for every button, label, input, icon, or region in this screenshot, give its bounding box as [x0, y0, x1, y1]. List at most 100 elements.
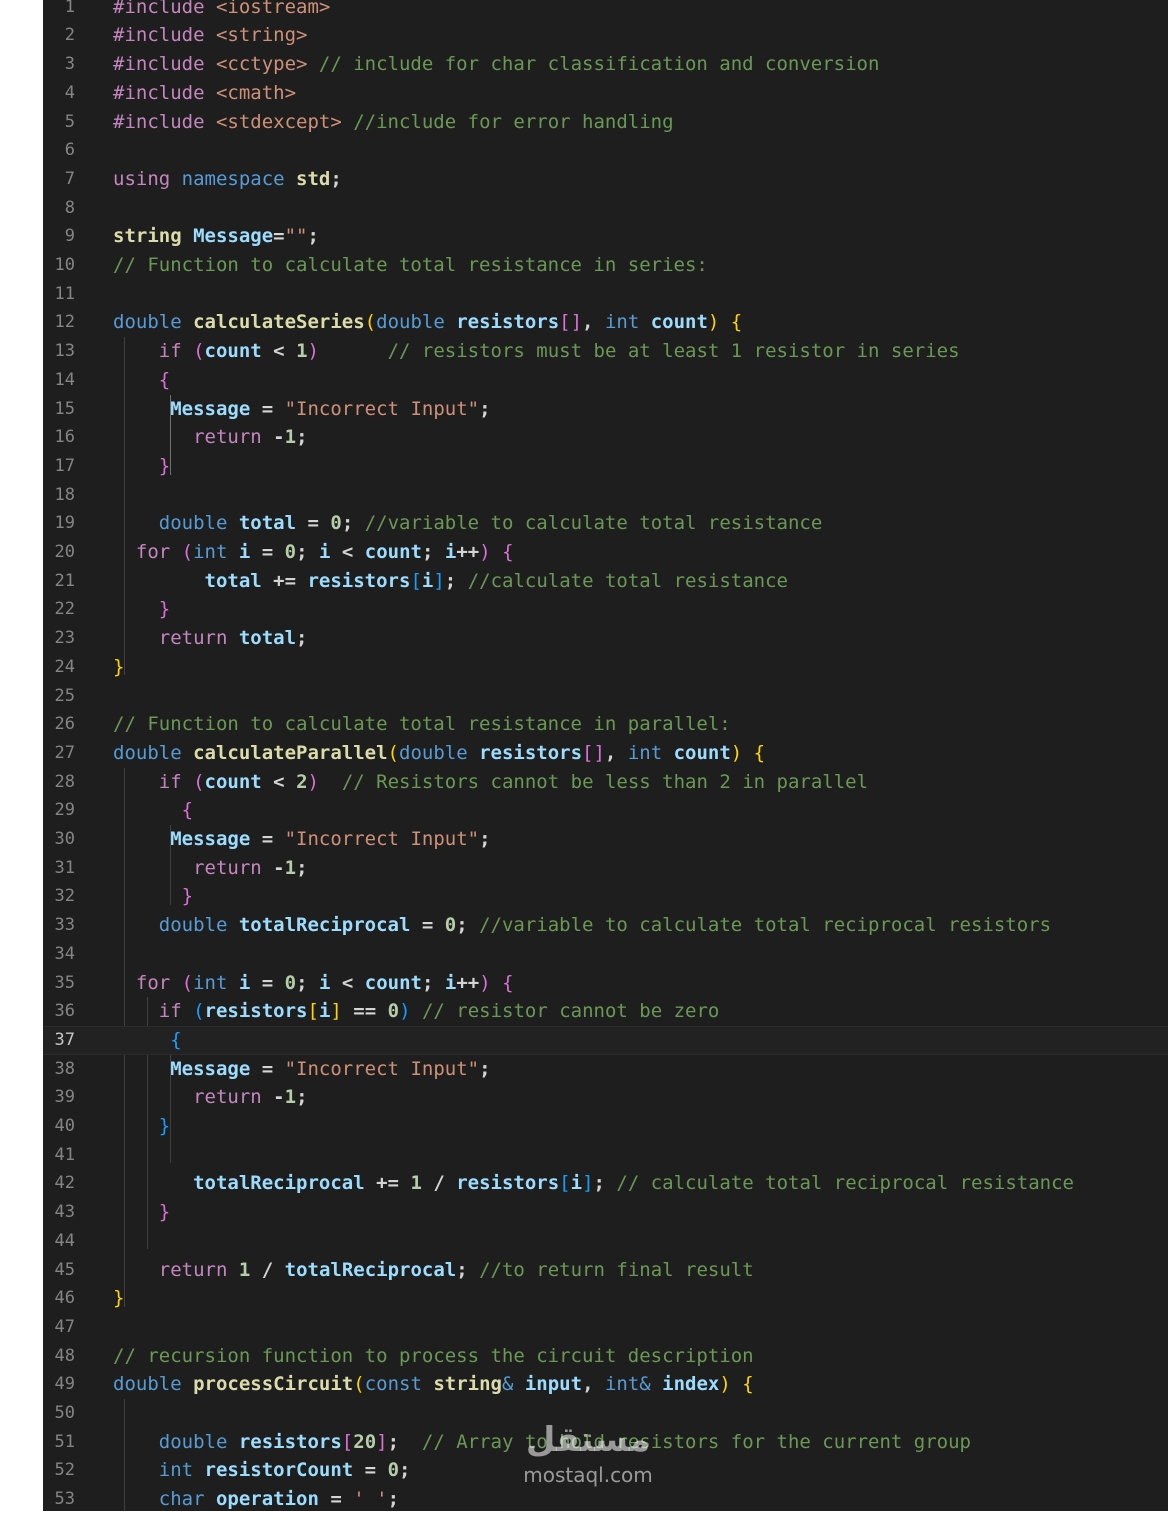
- code-line[interactable]: 38 Message = "Incorrect Input";: [43, 1055, 1168, 1084]
- code-token: -: [273, 856, 285, 879]
- line-number: 6: [64, 140, 75, 161]
- line-number: 1: [64, 0, 75, 17]
- code-line[interactable]: 2 #include <string>: [43, 21, 1168, 50]
- code-line[interactable]: 23 return total;: [43, 624, 1168, 653]
- line-code: total += resistors[i]; //calculate total…: [113, 567, 788, 596]
- line-code: }: [113, 452, 170, 481]
- code-token: ): [730, 741, 754, 764]
- code-token: <cmath>: [215, 81, 297, 104]
- code-token: //include for error handling: [341, 110, 674, 133]
- code-line[interactable]: 37 {: [43, 1025, 1168, 1055]
- code-token: resistors: [238, 1430, 342, 1453]
- code-token: ;: [387, 1430, 422, 1453]
- code-line[interactable]: 45 return 1 / totalReciprocal; //to retu…: [43, 1256, 1168, 1285]
- code-line[interactable]: 7 using namespace std;: [43, 165, 1168, 194]
- code-token: "Incorrect Input": [284, 397, 480, 420]
- code-line[interactable]: 16 return -1;: [43, 423, 1168, 452]
- code-token: // recursion function to process the cir…: [113, 1344, 754, 1367]
- code-token: if: [113, 1000, 194, 1023]
- code-line[interactable]: 4 #include <cmath>: [43, 79, 1168, 108]
- code-token: // resistor cannot be zero: [410, 1000, 720, 1023]
- code-token: int: [604, 311, 651, 334]
- code-line[interactable]: 20 for (int i = 0; i < count; i++) {: [43, 538, 1168, 567]
- line-number: 41: [54, 1144, 75, 1165]
- code-line[interactable]: 32 }: [43, 882, 1168, 911]
- code-token: operation: [215, 1488, 331, 1511]
- code-line[interactable]: 5 #include <stdexcept> //include for erro…: [43, 108, 1168, 137]
- code-line[interactable]: 46}: [43, 1284, 1168, 1313]
- code-token: ;: [341, 512, 365, 535]
- line-number: 29: [54, 800, 75, 821]
- line-number: 5: [64, 111, 75, 132]
- code-token: count: [364, 971, 422, 994]
- code-line[interactable]: 1 #include <iostream>: [43, 0, 1168, 21]
- code-token: ;: [456, 1258, 480, 1281]
- code-line[interactable]: 43 }: [43, 1198, 1168, 1227]
- code-line[interactable]: 9 string Message="";: [43, 222, 1168, 251]
- code-line[interactable]: 39 return -1;: [43, 1083, 1168, 1112]
- code-token: ;: [296, 856, 308, 879]
- code-token: {: [730, 311, 743, 334]
- code-line[interactable]: 34: [43, 940, 1168, 969]
- code-line[interactable]: 3 #include <cctype> // include for char c…: [43, 50, 1168, 79]
- code-line[interactable]: 42 totalReciprocal += 1 / resistors[i]; …: [43, 1169, 1168, 1198]
- code-line[interactable]: 26 // Function to calculate total resista…: [43, 710, 1168, 739]
- code-line[interactable]: 17 }: [43, 452, 1168, 481]
- code-line[interactable]: 13 if (count < 1) // resistors must be a…: [43, 337, 1168, 366]
- code-line[interactable]: 31 return -1;: [43, 854, 1168, 883]
- code-line[interactable]: 35 for (int i = 0; i < count; i++) {: [43, 969, 1168, 998]
- code-line[interactable]: 15 Message = "Incorrect Input";: [43, 395, 1168, 424]
- code-line[interactable]: 11: [43, 280, 1168, 309]
- code-line[interactable]: 19 double total = 0; //variable to calcu…: [43, 509, 1168, 538]
- line-code: double processCircuit(const string& inpu…: [113, 1370, 754, 1399]
- code-line[interactable]: 40 }: [43, 1112, 1168, 1141]
- code-token: =: [261, 828, 285, 850]
- code-line[interactable]: 29 {: [43, 796, 1168, 825]
- code-line[interactable]: 27 double calculateParallel(double resist…: [43, 739, 1168, 768]
- code-token: resistors: [456, 311, 560, 334]
- code-token: ;: [387, 1488, 400, 1511]
- code-line[interactable]: 44: [43, 1227, 1168, 1256]
- code-token: =: [364, 1459, 388, 1482]
- code-line[interactable]: 33 double totalReciprocal = 0; //variabl…: [43, 911, 1168, 940]
- code-token: i: [238, 541, 262, 563]
- code-line[interactable]: 12 double calculateSeries(double resistor…: [43, 308, 1168, 337]
- line-code: for (int i = 0; i < count; i++) {: [113, 538, 514, 567]
- code-token: <: [341, 971, 365, 994]
- code-line[interactable]: 18: [43, 481, 1168, 510]
- line-number: 27: [54, 742, 75, 763]
- code-line[interactable]: 36 if (resistors[i] == 0) // resistor ca…: [43, 997, 1168, 1026]
- code-line[interactable]: 25: [43, 682, 1168, 711]
- line-code: }: [113, 882, 193, 911]
- line-number: 43: [54, 1202, 75, 1223]
- code-line[interactable]: 10 // Function to calculate total resista…: [43, 251, 1168, 280]
- code-line[interactable]: 49 double processCircuit(const string& in…: [43, 1370, 1168, 1399]
- code-token: }: [113, 1287, 125, 1310]
- code-line[interactable]: 30 Message = "Incorrect Input";: [43, 825, 1168, 854]
- code-token: (: [193, 770, 205, 793]
- code-token: int: [193, 971, 239, 994]
- code-token: [: [307, 1000, 319, 1023]
- line-code: #include <cmath>: [113, 79, 296, 108]
- code-token: totalReciprocal: [238, 914, 422, 937]
- code-token: 0: [284, 971, 297, 994]
- line-number: 44: [54, 1230, 75, 1251]
- line-number: 11: [54, 283, 75, 304]
- code-line[interactable]: 21 total += resistors[i]; //calculate to…: [43, 567, 1168, 596]
- code-token: }: [113, 1201, 171, 1224]
- code-line[interactable]: 24}: [43, 653, 1168, 682]
- code-line[interactable]: 6: [43, 136, 1168, 165]
- line-number: 47: [54, 1316, 75, 1337]
- code-line[interactable]: 28 if (count < 2) // Resistors cannot be…: [43, 768, 1168, 797]
- code-line[interactable]: 47: [43, 1313, 1168, 1342]
- code-token: "": [284, 225, 308, 248]
- code-line[interactable]: 48 // recursion function to process the c…: [43, 1342, 1168, 1371]
- code-line[interactable]: 22 }: [43, 595, 1168, 624]
- code-token: int: [627, 741, 674, 764]
- code-token: // Function to calculate total resistanc…: [113, 713, 731, 736]
- code-line[interactable]: 8: [43, 194, 1168, 223]
- code-token: =: [261, 971, 285, 994]
- code-line[interactable]: 14 {: [43, 366, 1168, 395]
- code-editor[interactable]: 1 #include <iostream> 2 #include <string> 3 #…: [43, 0, 1168, 1511]
- code-line[interactable]: 41: [43, 1141, 1168, 1170]
